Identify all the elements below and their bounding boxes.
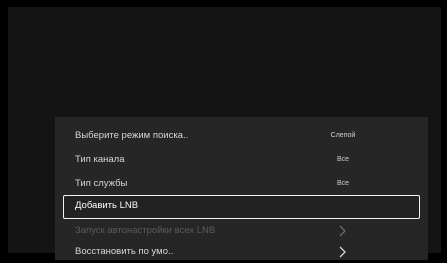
search-mode-label: Выберите режим поиска..	[75, 130, 189, 141]
restore-defaults-row[interactable]: Восстановить по умо..	[63, 241, 420, 263]
chevron-right-icon	[339, 225, 346, 237]
restore-defaults-label: Восстановить по умо..	[75, 246, 174, 257]
autotune-all-lnb-row: Запуск автонастройки всех LNB	[63, 220, 420, 242]
tv-screen: Выберите режим поиска.. Слепой Тип канал…	[8, 7, 441, 260]
channel-type-label: Тип канала	[75, 154, 125, 165]
chevron-right-icon	[339, 246, 346, 258]
search-settings-menu: Выберите режим поиска.. Слепой Тип канал…	[55, 117, 428, 260]
search-mode-value: Слепой	[330, 132, 356, 139]
channel-type-row[interactable]: Тип канала Все	[63, 149, 420, 171]
add-lnb-row[interactable]: Добавить LNB	[63, 195, 420, 219]
channel-type-value: Все	[336, 156, 350, 163]
search-mode-row[interactable]: Выберите режим поиска.. Слепой	[63, 125, 420, 147]
service-type-row[interactable]: Тип службы Все	[63, 173, 420, 195]
autotune-all-lnb-label: Запуск автонастройки всех LNB	[75, 225, 216, 236]
add-lnb-label: Добавить LNB	[75, 200, 139, 211]
service-type-label: Тип службы	[75, 178, 128, 189]
service-type-value: Все	[336, 180, 350, 187]
